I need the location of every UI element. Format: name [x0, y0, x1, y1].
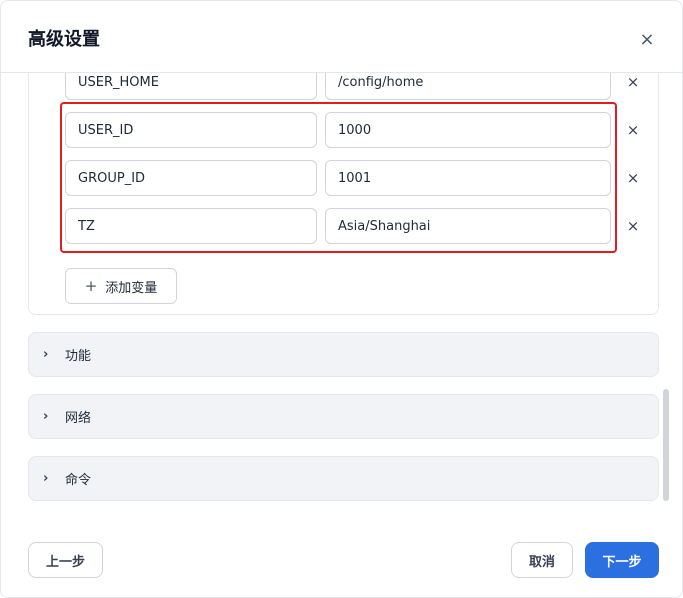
section-label: 功能: [65, 349, 92, 364]
plus-icon: +: [84, 277, 98, 295]
chevron-right-icon: ›: [43, 409, 49, 424]
section-label: 网络: [65, 411, 92, 426]
remove-variable-icon[interactable]: ×: [621, 118, 645, 142]
env-value-input[interactable]: Asia/Shanghai: [325, 208, 611, 244]
next-step-button[interactable]: 下一步: [585, 542, 659, 578]
remove-variable-icon[interactable]: ×: [621, 166, 645, 190]
env-value-input[interactable]: 1001: [325, 160, 611, 196]
dialog-footer: 上一步 取消 下一步: [1, 518, 682, 597]
section-commands[interactable]: › 命令: [28, 456, 659, 501]
remove-variable-icon[interactable]: ×: [621, 214, 645, 238]
chevron-right-icon: ›: [43, 471, 49, 486]
add-variable-button[interactable]: + 添加变量: [65, 268, 177, 304]
env-value-input[interactable]: /config/home: [325, 73, 611, 100]
remove-variable-icon[interactable]: ×: [621, 73, 645, 94]
env-row: USER_ID 1000 ×: [29, 112, 658, 148]
env-key-input[interactable]: GROUP_ID: [65, 160, 317, 196]
env-value-input[interactable]: 1000: [325, 112, 611, 148]
env-row: TZ Asia/Shanghai ×: [29, 208, 658, 244]
dialog-header: 高级设置 ×: [1, 1, 682, 73]
env-key-input[interactable]: USER_ID: [65, 112, 317, 148]
section-label: 命令: [65, 473, 92, 488]
dialog-title: 高级设置: [28, 29, 100, 50]
env-key-input[interactable]: TZ: [65, 208, 317, 244]
cancel-button[interactable]: 取消: [511, 542, 573, 578]
close-icon[interactable]: ×: [635, 27, 659, 51]
chevron-right-icon: ›: [43, 347, 49, 362]
env-vars-panel: USER_HOME /config/home × USER_ID 1000 × …: [28, 73, 659, 315]
dialog-body: USER_HOME /config/home × USER_ID 1000 × …: [1, 73, 682, 518]
env-row: GROUP_ID 1001 ×: [29, 160, 658, 196]
env-row: USER_HOME /config/home ×: [29, 73, 658, 100]
advanced-settings-dialog: 高级设置 × USER_HOME /config/home × USER_ID …: [0, 0, 683, 598]
scrollbar-thumb[interactable]: [663, 389, 669, 501]
add-variable-label: 添加变量: [105, 280, 158, 296]
prev-step-button[interactable]: 上一步: [28, 542, 103, 578]
section-network[interactable]: › 网络: [28, 394, 659, 439]
env-key-input[interactable]: USER_HOME: [65, 73, 317, 100]
section-features[interactable]: › 功能: [28, 332, 659, 377]
